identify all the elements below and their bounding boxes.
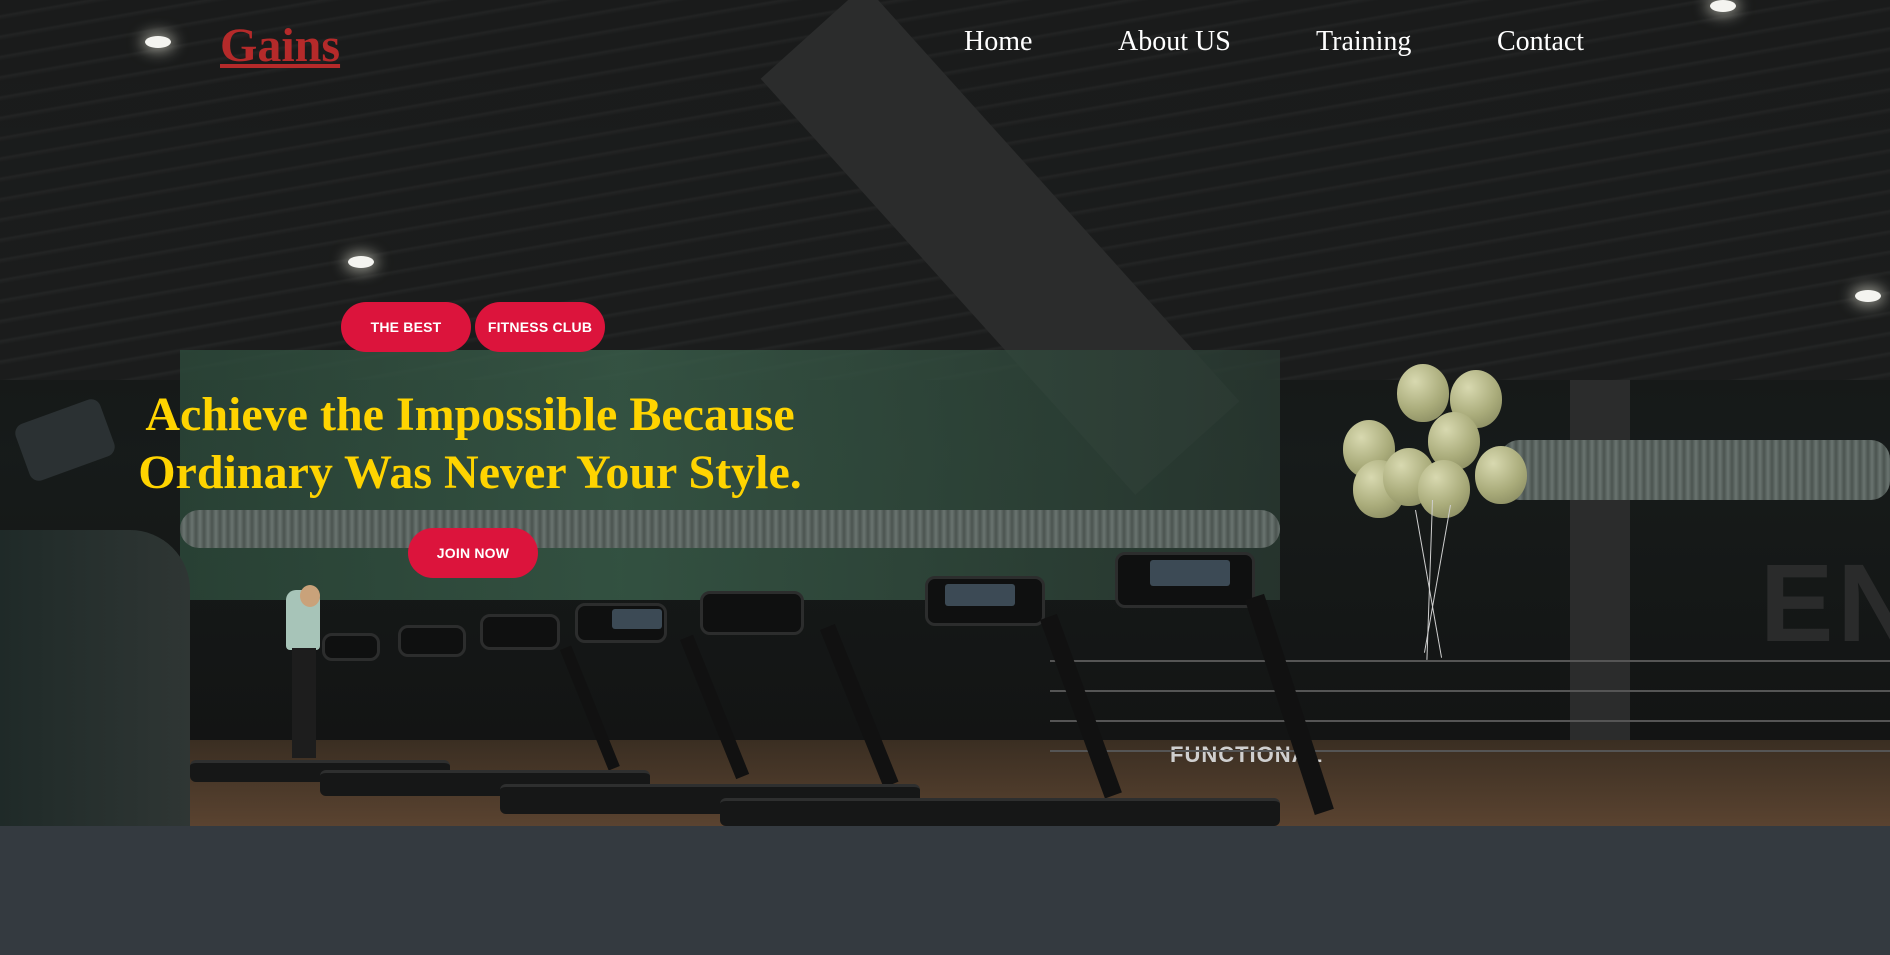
badge-fitness-club: FITNESS CLUB — [475, 302, 605, 352]
wall-letters: EN — [1760, 542, 1890, 665]
nav-link-training[interactable]: Training — [1316, 26, 1411, 58]
join-now-button[interactable]: JOIN NOW — [408, 528, 538, 578]
hero-headline-line-1: Achieve the Impossible Because — [145, 388, 795, 441]
nav-link-home[interactable]: Home — [964, 26, 1032, 58]
footer-band — [0, 826, 1890, 955]
badge-the-best: THE BEST — [341, 302, 471, 352]
main-nav: Home About US Training Contact — [0, 26, 1890, 66]
nav-link-contact[interactable]: Contact — [1497, 26, 1584, 58]
hero-headline: Achieve the Impossible Because Ordinary … — [110, 386, 830, 502]
hero-headline-line-2: Ordinary Was Never Your Style. — [138, 446, 802, 499]
nav-link-about-us[interactable]: About US — [1118, 26, 1231, 58]
